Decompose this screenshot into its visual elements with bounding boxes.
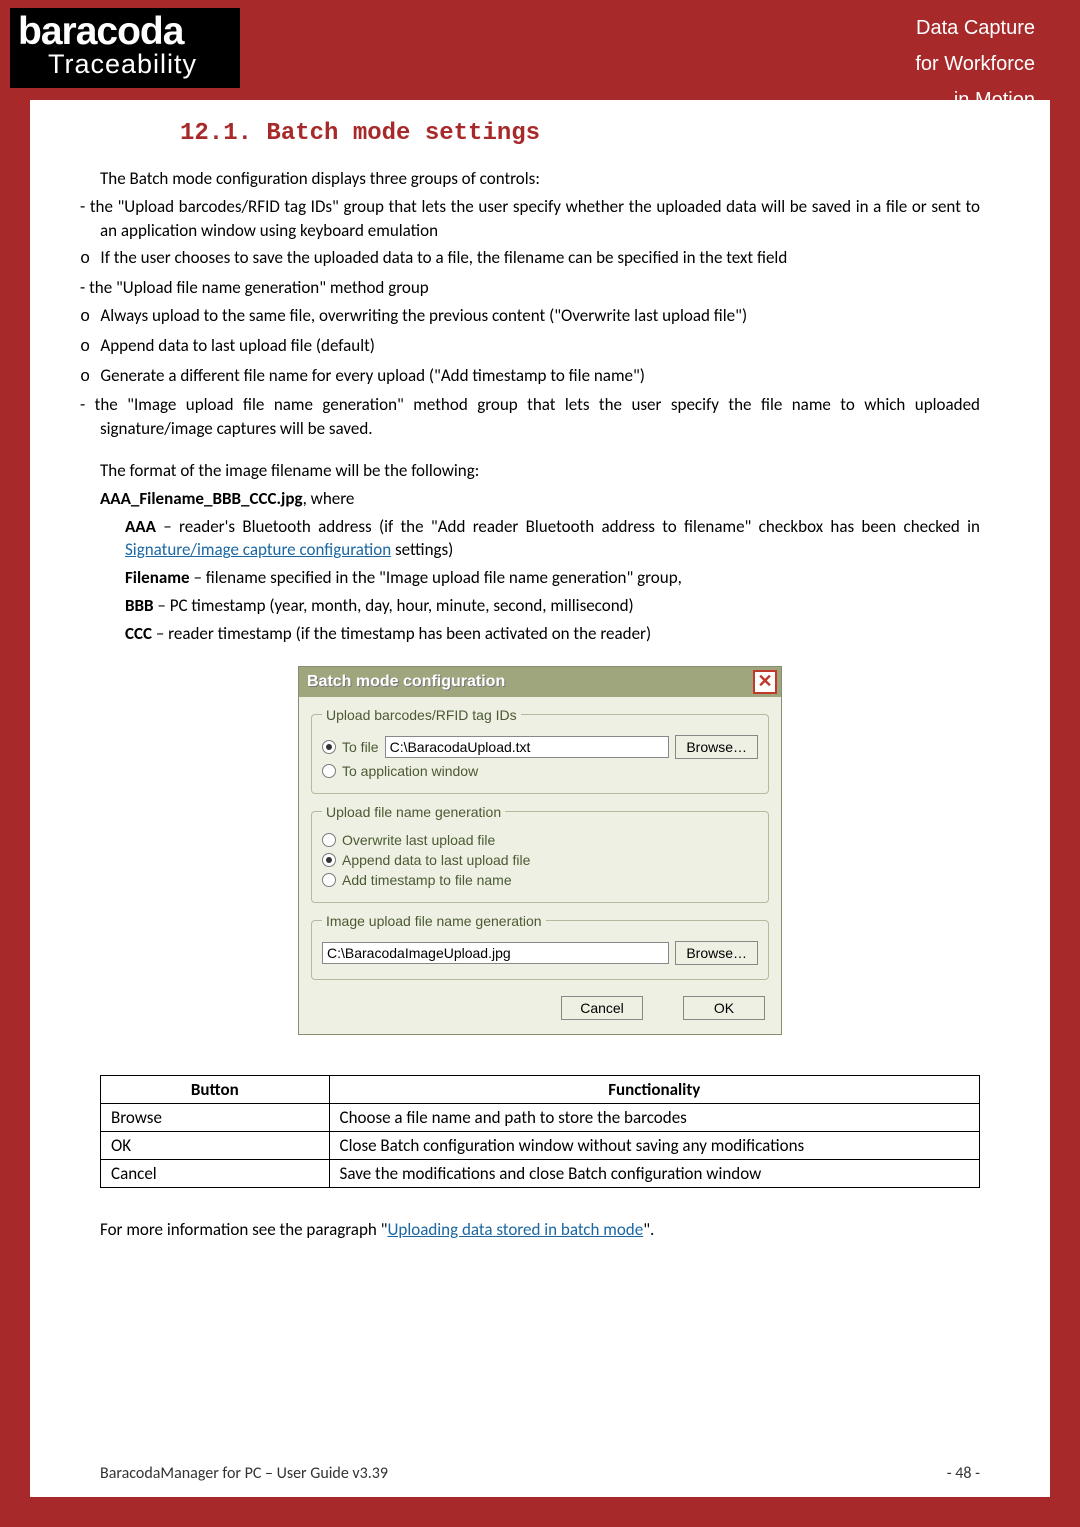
cell-cancel-desc: Save the modifications and close Batch c… xyxy=(329,1159,979,1187)
cell-browse: Browse xyxy=(101,1103,330,1131)
table-row: Cancel Save the modifications and close … xyxy=(101,1159,980,1187)
timestamp-radio[interactable] xyxy=(322,873,336,887)
bullet-3: the "Image upload file name generation" … xyxy=(100,393,980,441)
ccc-text: – reader timestamp (if the timestamp has… xyxy=(152,623,651,644)
table-row: OK Close Batch configuration window with… xyxy=(101,1131,980,1159)
logo: baracoda Traceability xyxy=(10,8,240,88)
image-filename-legend: Image upload file name generation xyxy=(322,913,546,929)
tagline: Data Capture for Workforce in Motion xyxy=(735,10,1035,118)
th-button: Button xyxy=(101,1075,330,1103)
overwrite-radio[interactable] xyxy=(322,833,336,847)
append-label: Append data to last upload file xyxy=(342,852,530,868)
filename-text: – filename specified in the "Image uploa… xyxy=(190,567,682,588)
format-pattern: AAA_Filename_BBB_CCC.jpg xyxy=(100,488,303,509)
image-path-input[interactable] xyxy=(322,942,669,964)
bullet-1: the "Upload barcodes/RFID tag IDs" group… xyxy=(100,195,980,243)
upload-filename-group: Upload file name generation Overwrite la… xyxy=(311,804,769,903)
bullet-2-sub-1: Always upload to the same file, overwrit… xyxy=(100,304,980,330)
batch-mode-dialog: Batch mode configuration ✕ Upload barcod… xyxy=(298,666,782,1035)
th-functionality: Functionality xyxy=(329,1075,979,1103)
bullet-2-sub-3: Generate a different file name for every… xyxy=(100,364,980,390)
cancel-button[interactable]: Cancel xyxy=(561,996,643,1020)
tagline-2: for Workforce xyxy=(735,46,1035,82)
functionality-table: Button Functionality Browse Choose a fil… xyxy=(100,1075,980,1188)
tagline-1: Data Capture xyxy=(735,10,1035,46)
aaa-text: – reader's Bluetooth address (if the "Ad… xyxy=(156,516,980,537)
image-filename-group: Image upload file name generation Browse… xyxy=(311,913,769,980)
table-row: Browse Choose a file name and path to st… xyxy=(101,1103,980,1131)
upload-barcodes-group: Upload barcodes/RFID tag IDs To file Bro… xyxy=(311,707,769,794)
overwrite-label: Overwrite last upload file xyxy=(342,832,495,848)
to-app-radio[interactable] xyxy=(322,764,336,778)
cell-cancel: Cancel xyxy=(101,1159,330,1187)
ok-button[interactable]: OK xyxy=(683,996,765,1020)
section-heading: 12.1. Batch mode settings xyxy=(180,120,980,147)
tagline-3: in Motion xyxy=(735,82,1035,118)
cell-browse-desc: Choose a file name and path to store the… xyxy=(329,1103,979,1131)
ccc-label: CCC xyxy=(125,623,152,644)
more-info-post: ". xyxy=(643,1219,654,1240)
footer-left: BaracodaManager for PC – User Guide v3.3… xyxy=(100,1464,388,1483)
aaa-label: AAA xyxy=(125,516,156,537)
browse-button-1[interactable]: Browse… xyxy=(675,735,758,759)
file-path-input[interactable] xyxy=(385,736,670,758)
more-info-pre: For more information see the paragraph " xyxy=(100,1219,387,1240)
aaa-after: settings) xyxy=(391,539,453,560)
to-file-radio[interactable] xyxy=(322,740,336,754)
format-where: , where xyxy=(303,488,355,509)
cell-ok: OK xyxy=(101,1131,330,1159)
bullet-1-sub-1: If the user chooses to save the uploaded… xyxy=(100,246,980,272)
bullet-2-sub-2: Append data to last upload file (default… xyxy=(100,334,980,360)
close-icon[interactable]: ✕ xyxy=(753,670,777,694)
bullet-2: the "Upload file name generation" method… xyxy=(100,276,980,300)
uploading-batch-link[interactable]: Uploading data stored in batch mode xyxy=(387,1219,643,1240)
bbb-text: – PC timestamp (year, month, day, hour, … xyxy=(154,595,634,616)
cell-ok-desc: Close Batch configuration window without… xyxy=(329,1131,979,1159)
dialog-title: Batch mode configuration xyxy=(303,673,505,691)
upload-filename-legend: Upload file name generation xyxy=(322,804,505,820)
logo-line1: baracoda xyxy=(18,12,232,51)
to-file-label: To file xyxy=(342,739,379,755)
browse-button-2[interactable]: Browse… xyxy=(675,941,758,965)
logo-line2: Traceability xyxy=(48,51,232,78)
timestamp-label: Add timestamp to file name xyxy=(342,872,512,888)
intro-line: The Batch mode configuration displays th… xyxy=(100,167,980,191)
dialog-titlebar: Batch mode configuration ✕ xyxy=(299,667,781,697)
format-intro: The format of the image filename will be… xyxy=(100,459,980,483)
signature-config-link[interactable]: Signature/image capture configuration xyxy=(125,539,391,560)
upload-barcodes-legend: Upload barcodes/RFID tag IDs xyxy=(322,707,521,723)
bbb-label: BBB xyxy=(125,595,154,616)
append-radio[interactable] xyxy=(322,853,336,867)
to-app-label: To application window xyxy=(342,763,478,779)
filename-label: Filename xyxy=(125,567,190,588)
footer-right: - 48 - xyxy=(947,1464,980,1483)
